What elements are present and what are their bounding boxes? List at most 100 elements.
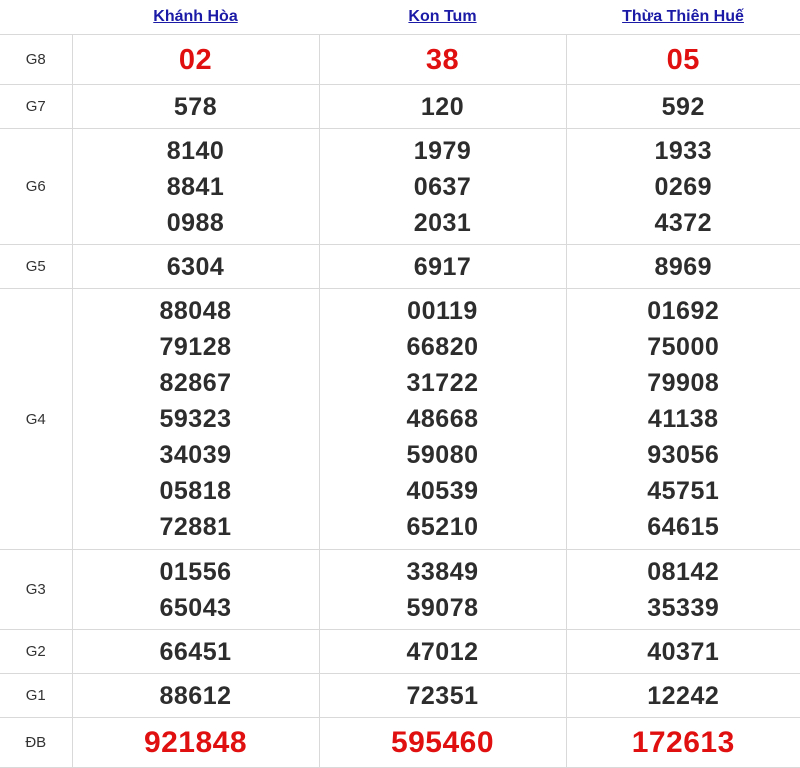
prize-cell: 01692 75000 79908 41138 93056 45751 64615 [565, 288, 800, 550]
prize-row-g8: G8 02 38 05 [0, 34, 800, 85]
prize-cell: 00119 66820 31722 48668 59080 40539 65210 [318, 288, 567, 550]
prize-cell: 33849 59078 [318, 549, 567, 630]
prize-number: 08142 [647, 557, 720, 586]
province-header-row: Khánh Hòa Kon Tum Thừa Thiên Huế [0, 0, 800, 35]
prize-cell: 6304 [71, 244, 320, 289]
prize-number: 1979 [413, 136, 472, 165]
prize-number: 93056 [647, 441, 720, 469]
prize-number: 12242 [647, 681, 720, 710]
prize-number: 65043 [159, 593, 232, 622]
prize-number: 8140 [166, 136, 225, 165]
prize-row-g4: G4 88048 79128 82867 59323 34039 05818 72881 001… [0, 288, 800, 550]
prize-number: 82867 [159, 369, 232, 397]
prize-row-g7: G7 578 120 592 [0, 84, 800, 129]
prize-cell: 120 [318, 84, 567, 129]
prize-number: 72881 [159, 513, 232, 541]
prize-cell: 88612 [71, 673, 320, 718]
prize-cell: 595460 [318, 717, 567, 768]
prize-number: 59323 [159, 405, 232, 433]
prize-cell: 578 [71, 84, 320, 129]
prize-label: G1 [0, 673, 73, 718]
prize-cell: 6917 [318, 244, 567, 289]
prize-cell: 8140 8841 0988 [71, 128, 320, 245]
prize-number: 8969 [654, 252, 713, 281]
prize-number: 88612 [159, 681, 232, 710]
prize-number: 79128 [159, 333, 232, 361]
province-link-kon-tum[interactable]: Kon Tum [408, 8, 476, 25]
prize-number: 578 [173, 92, 218, 121]
prize-row-g2: G2 66451 47012 40371 [0, 629, 800, 674]
prize-number: 75000 [647, 333, 720, 361]
prize-number: 02 [178, 43, 213, 76]
prize-number: 8841 [166, 172, 225, 201]
prize-number: 592 [661, 92, 705, 121]
prize-number: 0988 [166, 208, 225, 237]
prize-row-g3: G3 01556 65043 33849 59078 08142 35339 [0, 549, 800, 630]
prize-cell: 592 [565, 84, 800, 129]
prize-row-g5: G5 6304 6917 8969 [0, 244, 800, 289]
prize-row-g6: G6 8140 8841 0988 1979 0637 2031 1933 0269 4372 [0, 128, 800, 245]
province-link-khanh-hoa[interactable]: Khánh Hòa [153, 8, 237, 25]
prize-number: 01556 [159, 557, 232, 586]
prize-number: 05 [666, 43, 700, 76]
prize-number: 1933 [654, 136, 713, 165]
prize-number: 2031 [413, 208, 472, 237]
prize-label: G5 [0, 244, 73, 289]
prize-number: 33849 [406, 557, 479, 586]
prize-number: 00119 [407, 297, 478, 325]
prize-number: 40539 [406, 477, 479, 505]
prize-number: 4372 [654, 208, 713, 237]
province-header: Thừa Thiên Huế [566, 0, 800, 35]
prize-label: ĐB [0, 717, 73, 768]
prize-number: 65210 [406, 513, 479, 541]
prize-label: G4 [0, 288, 73, 550]
prize-label: G3 [0, 549, 73, 630]
prize-number: 31722 [406, 369, 479, 397]
prize-number: 34039 [159, 441, 232, 469]
prize-label: G7 [0, 84, 73, 129]
prize-cell: 8969 [565, 244, 800, 289]
prize-number: 01692 [647, 297, 720, 325]
prize-number: 59080 [406, 441, 479, 469]
prize-cell: 921848 [71, 717, 320, 768]
province-header: Khánh Hòa [72, 0, 319, 35]
prize-cell: 66451 [71, 629, 320, 674]
prize-cell: 40371 [565, 629, 800, 674]
prize-cell: 47012 [318, 629, 567, 674]
lottery-results-table: Khánh Hòa Kon Tum Thừa Thiên Huế G8 02 38 0… [0, 0, 800, 768]
prize-cell: 12242 [565, 673, 800, 718]
prize-number: 59078 [406, 593, 479, 622]
province-link-thua-thien-hue[interactable]: Thừa Thiên Huế [622, 8, 744, 25]
prize-number: 0637 [413, 172, 472, 201]
prize-cell: 72351 [318, 673, 567, 718]
prize-cell: 08142 35339 [565, 549, 800, 630]
prize-cell: 05 [565, 34, 800, 85]
prize-number: 79908 [647, 369, 720, 397]
prize-number: 66451 [159, 637, 232, 666]
prize-number: 88048 [159, 297, 232, 325]
prize-label: G6 [0, 128, 73, 245]
prize-cell: 88048 79128 82867 59323 34039 05818 72881 [71, 288, 320, 550]
prize-number: 38 [425, 43, 460, 76]
prize-number: 172613 [631, 725, 735, 759]
prize-number: 6917 [413, 252, 472, 281]
header-label-cell [0, 0, 72, 35]
prize-cell: 02 [71, 34, 320, 85]
prize-number: 0269 [654, 172, 713, 201]
prize-number: 47012 [406, 637, 479, 666]
prize-number: 48668 [406, 405, 479, 433]
prize-number: 64615 [647, 513, 720, 541]
prize-cell: 1933 0269 4372 [565, 128, 800, 245]
prize-number: 921848 [143, 725, 248, 759]
prize-number: 72351 [406, 681, 479, 710]
prize-label: G8 [0, 34, 73, 85]
prize-cell: 01556 65043 [71, 549, 320, 630]
prize-row-db: ĐB 921848 595460 172613 [0, 717, 800, 768]
prize-number: 41138 [647, 405, 719, 433]
prize-number: 6304 [166, 252, 225, 281]
prize-cell: 1979 0637 2031 [318, 128, 567, 245]
prize-row-g1: G1 88612 72351 12242 [0, 673, 800, 718]
prize-number: 35339 [647, 593, 720, 622]
prize-number: 05818 [159, 477, 232, 505]
prize-number: 120 [420, 92, 465, 121]
